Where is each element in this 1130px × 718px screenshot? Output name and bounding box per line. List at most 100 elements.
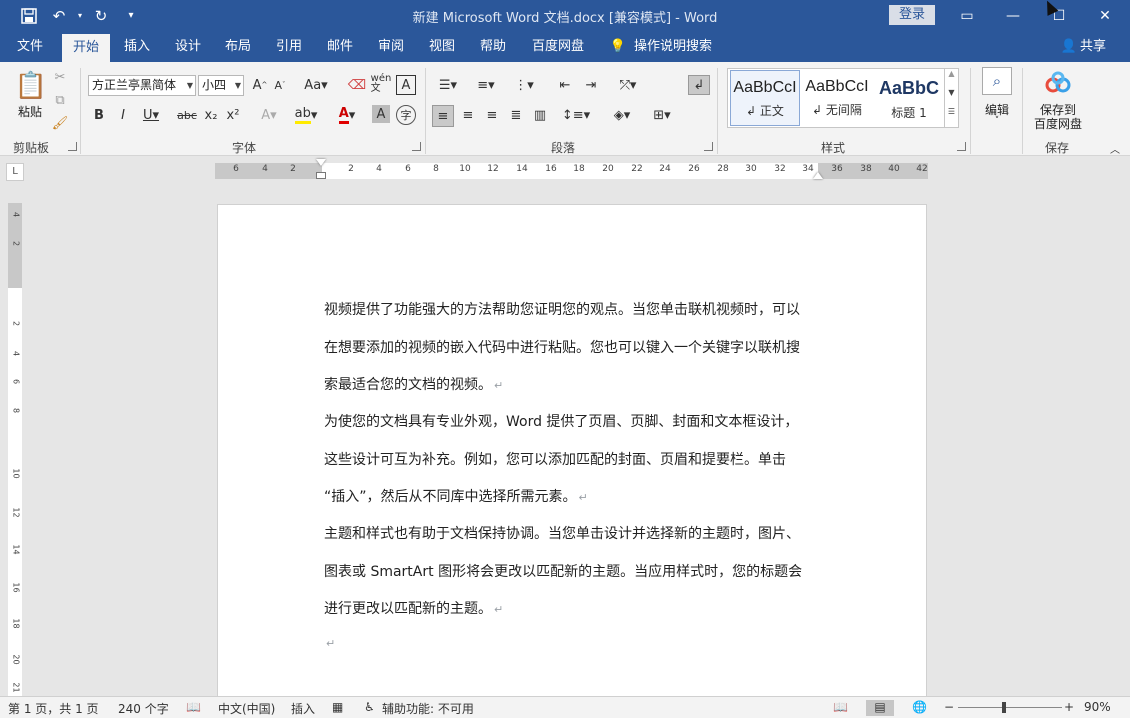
tab-layout[interactable]: 布局 [217, 31, 259, 62]
tab-references[interactable]: 引用 [268, 31, 310, 62]
show-formatting-marks-icon[interactable]: ↲ [688, 75, 710, 95]
align-left-icon[interactable]: ≡ [432, 105, 454, 127]
tab-file[interactable]: 文件 [8, 31, 52, 62]
save-to-baidu-button[interactable]: 保存到 百度网盘 [1030, 103, 1086, 131]
zoom-level[interactable]: 90% [1084, 700, 1111, 714]
borders-icon[interactable]: ⊞▾ [646, 105, 678, 125]
login-button[interactable]: 登录 [889, 5, 935, 25]
zoom-slider[interactable] [958, 707, 1062, 708]
document-line[interactable]: 这些设计可互为补充。例如，您可以添加匹配的封面、页眉和提要栏。单击 [324, 449, 786, 469]
gallery-scroll[interactable]: ▲ ▼ ☰ [944, 69, 958, 127]
zoom-in-button[interactable]: + [1064, 700, 1074, 714]
align-center-icon[interactable]: ≡ [458, 105, 478, 125]
collapse-ribbon-icon[interactable]: ︿ [1106, 142, 1124, 156]
print-layout-icon[interactable]: ▤ [866, 700, 894, 716]
increase-indent-icon[interactable]: ⇥ [580, 75, 602, 95]
justify-icon[interactable]: ≣ [506, 105, 526, 125]
clipboard-launcher-icon[interactable] [68, 142, 77, 151]
cut-icon[interactable]: ✂ [50, 67, 70, 87]
format-painter-icon[interactable]: 🖌 [50, 113, 70, 133]
document-line[interactable]: 视频提供了功能强大的方法帮助您证明您的观点。当您单击联机视频时，可以 [324, 299, 800, 319]
page-count[interactable]: 第 1 页，共 1 页 [8, 700, 99, 717]
bold-icon[interactable]: B [90, 105, 108, 125]
font-color-icon[interactable]: A ▾ [334, 105, 360, 125]
proofing-icon[interactable]: 📖 [186, 700, 201, 714]
document-line[interactable]: 为使您的文档具有专业外观，Word 提供了页眉、页脚、封面和文本框设计， [324, 411, 798, 431]
lightbulb-icon[interactable]: 💡 [606, 31, 630, 62]
horizontal-ruler[interactable]: 6 4 2 2 4 6 8 10 12 14 16 18 20 22 24 26… [215, 159, 928, 179]
chevron-down-icon[interactable]: ˅ [976, 116, 1018, 126]
style-heading-1[interactable]: AaBbC 标题 1 [874, 70, 944, 126]
line-spacing-icon[interactable]: ↕≡▾ [560, 105, 592, 125]
underline-icon[interactable]: U▾ [138, 105, 164, 125]
styles-launcher-icon[interactable] [957, 142, 966, 151]
tab-review[interactable]: 审阅 [370, 31, 412, 62]
distributed-icon[interactable]: ▥ [530, 105, 550, 125]
chinese-layout-icon[interactable]: ⤱▾ [612, 75, 644, 95]
superscript-icon[interactable]: x² [224, 105, 242, 125]
document-line[interactable]: 索最适合您的文档的视频。 ↵ [324, 374, 503, 394]
tell-me-search[interactable]: 操作说明搜索 [632, 31, 714, 62]
insert-mode[interactable]: 插入 [291, 700, 315, 717]
paragraph-launcher-icon[interactable] [704, 142, 713, 151]
chevron-down-icon[interactable]: ▼ [945, 88, 958, 107]
share-button[interactable]: 共享 [1078, 31, 1108, 62]
document-line[interactable]: 在想要添加的视频的嵌入代码中进行粘贴。您也可以键入一个关键字以联机搜 [324, 337, 800, 357]
first-line-indent-marker[interactable] [316, 159, 326, 166]
customize-icon[interactable]: ▾ [116, 0, 146, 31]
tab-design[interactable]: 设计 [167, 31, 209, 62]
italic-icon[interactable]: I [114, 105, 132, 125]
close-icon[interactable]: ✕ [1082, 0, 1128, 31]
align-right-icon[interactable]: ≡ [482, 105, 502, 125]
character-shading-icon[interactable]: A [372, 105, 390, 123]
text-effects-icon[interactable]: A▾ [256, 105, 282, 125]
chevron-up-icon[interactable]: ▲ [945, 69, 958, 88]
shading-icon[interactable]: ◈▾ [606, 105, 638, 125]
tab-home[interactable]: 开始 [62, 34, 110, 62]
vertical-ruler[interactable]: 4 2 2 4 6 8 10 12 14 16 18 20 21 [8, 203, 22, 696]
tab-baidu-netdisk[interactable]: 百度网盘 [528, 31, 588, 62]
paste-button-label[interactable]: 粘贴 [12, 103, 48, 120]
zoom-out-button[interactable]: − [944, 700, 954, 714]
copy-icon[interactable]: ⧉ [50, 90, 70, 110]
accessibility-status[interactable]: 辅助功能: 不可用 [382, 700, 474, 717]
right-indent-marker[interactable] [813, 172, 823, 179]
gallery-more-icon[interactable]: ☰ [945, 107, 958, 126]
font-size-combo[interactable]: 小四 ▼ [198, 75, 244, 96]
decrease-indent-icon[interactable]: ⇤ [554, 75, 576, 95]
tab-view[interactable]: 视图 [421, 31, 463, 62]
read-mode-icon[interactable]: 📖 [833, 700, 848, 714]
find-icon[interactable]: ⌕ [982, 67, 1012, 95]
word-count[interactable]: 240 个字 [118, 700, 169, 717]
document-line[interactable]: 图表或 SmartArt 图形将会更改以匹配新的主题。当应用样式时，您的标题会 [324, 561, 802, 581]
strikethrough-icon[interactable]: abc [176, 105, 198, 125]
macro-icon[interactable]: ▦ [332, 700, 343, 714]
document-line[interactable]: “插入”，然后从不同库中选择所需元素。 ↵ [324, 486, 588, 506]
tab-mailings[interactable]: 邮件 [319, 31, 361, 62]
redo-icon[interactable]: ↻ [86, 0, 116, 31]
numbering-icon[interactable]: ≡▾ [472, 75, 500, 95]
accessibility-icon[interactable]: ♿ [364, 700, 375, 714]
zoom-slider-thumb[interactable] [1002, 702, 1006, 713]
document-line[interactable]: 进行更改以匹配新的主题。 ↵ [324, 598, 503, 618]
multilevel-list-icon[interactable]: ⋮▾ [510, 75, 538, 95]
ribbon-display-icon[interactable]: ▭ [944, 0, 990, 31]
document-line[interactable]: ↵ [324, 635, 335, 651]
left-indent-marker[interactable] [316, 172, 326, 179]
style-no-spacing[interactable]: AaBbCcI ↲ 无间隔 [802, 70, 872, 126]
undo-icon[interactable]: ↶ [44, 0, 74, 31]
tab-help[interactable]: 帮助 [472, 31, 514, 62]
tab-insert[interactable]: 插入 [116, 31, 158, 62]
minimize-icon[interactable]: — [990, 0, 1036, 31]
enclose-characters-icon[interactable]: 字 [396, 105, 416, 125]
shrink-font-icon[interactable]: Aˇ [270, 75, 290, 95]
font-launcher-icon[interactable] [412, 142, 421, 151]
language-indicator[interactable]: 中文(中国) [218, 700, 275, 717]
undo-dropdown-icon[interactable]: ▾ [74, 0, 86, 31]
character-border-icon[interactable]: A [396, 75, 416, 95]
highlight-color-icon[interactable]: ab ▾ [292, 105, 320, 125]
font-family-combo[interactable]: 方正兰亭黑简体 ▼ [88, 75, 196, 96]
style-normal[interactable]: AaBbCcI ↲ 正文 [730, 70, 800, 126]
phonetic-guide-icon[interactable]: wén 文 [370, 73, 392, 95]
save-icon[interactable] [14, 0, 44, 31]
